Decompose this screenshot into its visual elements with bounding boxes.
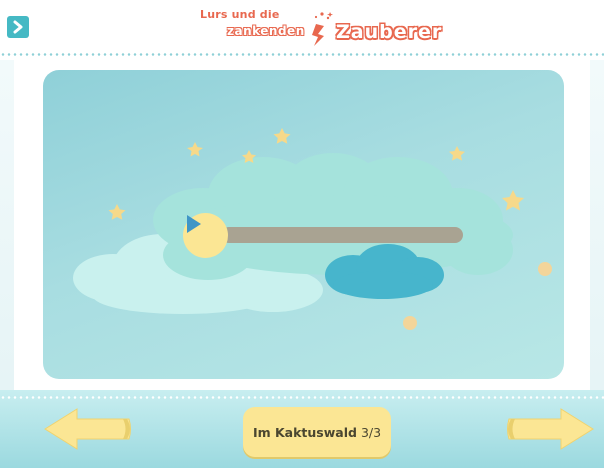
app-logo: Lurs und die zankenden Zauberer xyxy=(200,4,443,48)
star-dot xyxy=(538,262,552,276)
right-margin xyxy=(590,60,604,390)
star-icon xyxy=(187,142,203,157)
chevron-right-icon xyxy=(13,20,23,34)
magic-wand-icon xyxy=(312,12,333,46)
footer-divider xyxy=(0,396,604,399)
header: Lurs und die zankenden Zauberer xyxy=(0,0,604,56)
star-dot xyxy=(403,316,417,330)
left-margin xyxy=(0,60,14,390)
star-icon xyxy=(502,190,524,211)
logo-line-3: Zauberer xyxy=(336,21,443,43)
chapter-button[interactable]: Im Kaktuswald 3/3 xyxy=(243,407,391,457)
audio-player xyxy=(183,213,465,259)
menu-button[interactable] xyxy=(7,16,29,38)
play-button[interactable] xyxy=(183,213,228,258)
play-icon xyxy=(187,215,201,233)
header-divider xyxy=(0,53,604,56)
story-scene xyxy=(43,70,564,379)
star-icon xyxy=(108,204,126,220)
previous-button[interactable] xyxy=(43,407,133,455)
arrow-left-icon xyxy=(44,408,131,450)
star-icon xyxy=(273,128,291,144)
logo-line-1: Lurs und die xyxy=(200,8,280,21)
next-button[interactable] xyxy=(505,407,595,455)
logo-line-2: zankenden xyxy=(227,24,305,38)
chapter-index: 3/3 xyxy=(360,424,382,440)
progress-bar[interactable] xyxy=(221,227,463,243)
chapter-title: Im Kaktuswald xyxy=(252,424,357,440)
arrow-right-icon xyxy=(507,408,594,450)
star-icon xyxy=(449,146,465,161)
footer-nav: Im Kaktuswald 3/3 xyxy=(0,390,604,468)
